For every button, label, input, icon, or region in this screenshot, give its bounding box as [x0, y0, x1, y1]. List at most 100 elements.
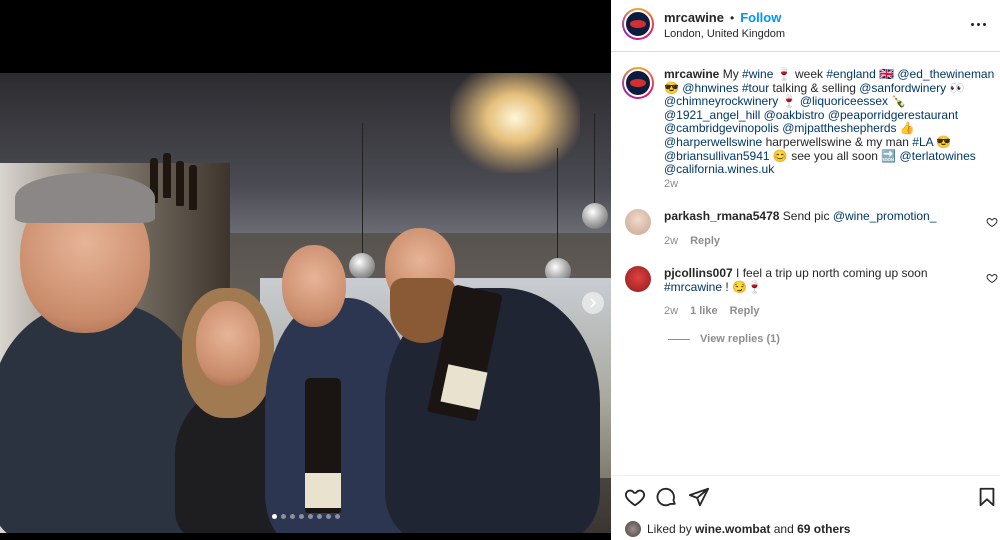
carousel-dot: [325, 514, 331, 519]
comment-avatar[interactable]: [625, 266, 651, 292]
photo-wine-bottle-label: [440, 364, 488, 410]
reply-button[interactable]: Reply: [690, 235, 720, 247]
photo-person-3-head: [282, 245, 346, 327]
post-photo[interactable]: [0, 73, 611, 533]
comment-timestamp[interactable]: 2w: [664, 305, 678, 317]
comment-like-heart-icon[interactable]: [986, 272, 998, 284]
follow-button[interactable]: Follow: [740, 10, 781, 25]
comment-mention-link[interactable]: @wine_promotion_: [833, 209, 937, 223]
comment-hashtag-link[interactable]: #mrcawine: [664, 280, 722, 294]
comment-username[interactable]: pjcollins007: [664, 266, 733, 280]
comment-avatar[interactable]: [625, 209, 651, 235]
view-replies-button[interactable]: View replies (1): [668, 333, 780, 345]
comment-item: pjcollins007 I feel a trip up north comi…: [664, 266, 964, 294]
comment-like-heart-icon[interactable]: [986, 216, 998, 228]
post-header: mrcawine • Follow London, United Kingdom: [611, 0, 1000, 52]
more-options-button[interactable]: [966, 14, 990, 34]
caption-mention-link[interactable]: @cambridgevinopolis: [664, 121, 779, 136]
caption-text-segment: talking & selling: [769, 80, 860, 95]
caption-mention-link[interactable]: @liquoriceessex: [800, 94, 888, 108]
caption-mention-link[interactable]: @chimneyrockwinery: [664, 94, 778, 108]
caption-text-segment: My: [722, 67, 743, 81]
comment-meta: 2w Reply: [664, 235, 720, 247]
caption-mention-link[interactable]: @california.wines.uk: [664, 162, 774, 176]
caption-text-segment: 🍷: [778, 94, 800, 109]
photo-chandelier: [450, 73, 580, 173]
caption-hashtag-link[interactable]: #wine: [742, 67, 773, 81]
likes-middle: and: [773, 522, 794, 536]
carousel-dots: [0, 514, 611, 519]
post-actions-bar: Liked by wine.wombat and 69 others: [611, 475, 1000, 540]
next-slide-button[interactable]: [582, 292, 604, 314]
more-options-icon: [970, 22, 986, 26]
caption-mention-link[interactable]: @hnwines: [682, 81, 738, 95]
caption-timestamp[interactable]: 2w: [664, 178, 678, 190]
caption-text-segment: 👀: [946, 80, 965, 95]
caption-text-segment: 😊 see you all soon 🔜: [769, 148, 900, 163]
caption-mention-link[interactable]: @briansullivan5941: [664, 149, 770, 163]
avatar-logo: [630, 79, 646, 87]
caption-text-segment: 😎: [664, 80, 683, 95]
caption-text-segment: 🍷 week: [773, 67, 827, 81]
comment-username[interactable]: parkash_rmana5478: [664, 209, 779, 223]
carousel-dot: [298, 514, 304, 519]
heart-icon[interactable]: [624, 486, 646, 508]
share-icon[interactable]: [688, 486, 710, 508]
next-slide-icon: [590, 298, 597, 308]
carousel-dot: [271, 514, 277, 519]
post-side-pane: mrcawine • Follow London, United Kingdom…: [611, 0, 1000, 540]
likes-others-link[interactable]: 69 others: [797, 522, 850, 536]
caption-hashtag-link[interactable]: #england: [826, 67, 875, 81]
post-location[interactable]: London, United Kingdom: [664, 28, 785, 40]
caption-text-segment: harperwellswine & my man: [762, 134, 913, 149]
carousel-dot: [289, 514, 295, 519]
caption-text: My #wine 🍷 week #england 🇬🇧 @ed_thewinem…: [664, 67, 994, 176]
caption-mention-link[interactable]: @ed_thewineman: [897, 67, 994, 81]
photo-person-2-head: [196, 301, 260, 386]
liker-username[interactable]: wine.wombat: [695, 522, 770, 536]
carousel-dot: [334, 514, 340, 519]
caption-mention-link[interactable]: @mjpattheshepherds: [782, 121, 896, 136]
carousel-dot: [316, 514, 322, 519]
avatar-logo: [630, 20, 646, 28]
photo-person-1-hair: [15, 173, 155, 223]
comment-likes-count[interactable]: 1 like: [690, 305, 718, 317]
post-media: [0, 0, 611, 540]
avatar[interactable]: [622, 8, 654, 40]
carousel-dot: [280, 514, 286, 519]
caption-mention-link[interactable]: @oakbistro: [764, 108, 825, 122]
photo-pendant-light: [349, 253, 375, 279]
likes-prefix: Liked by: [647, 522, 692, 536]
caption-mention-link[interactable]: @peaporridgerestaurant: [828, 108, 958, 122]
bookmark-icon[interactable]: [976, 486, 998, 508]
comment-text: I feel a trip up north coming up soon: [736, 266, 928, 280]
caption-hashtag-link[interactable]: #LA: [912, 135, 933, 149]
comment-timestamp[interactable]: 2w: [664, 235, 678, 247]
comment-item: parkash_rmana5478 Send pic @wine_promoti…: [664, 209, 964, 223]
replies-divider-line: [668, 338, 690, 340]
photo-shelf-bottle: [163, 153, 171, 198]
photo-pendant-wire: [594, 113, 595, 208]
comment-text-tail: ! 😏🍷: [722, 280, 762, 294]
comments-section: mrcawine My #wine 🍷 week #england 🇬🇧 @ed…: [611, 53, 1000, 475]
header-separator: •: [729, 10, 735, 25]
photo-pendant-wire: [362, 123, 363, 258]
liker-avatar[interactable]: [625, 521, 641, 537]
caption-username[interactable]: mrcawine: [664, 67, 719, 81]
caption-mention-link[interactable]: @terlatowines: [900, 149, 976, 163]
photo-shelf-bottle: [176, 161, 184, 206]
post-author-username[interactable]: mrcawine: [664, 10, 724, 25]
comment-icon[interactable]: [656, 486, 678, 508]
caption-mention-link[interactable]: @1921_angel_hill: [664, 108, 760, 122]
caption-mention-link[interactable]: @sanfordwinery: [859, 81, 946, 95]
photo-pendant-light: [582, 203, 608, 229]
likes-summary: Liked by wine.wombat and 69 others: [625, 521, 850, 537]
comment-text: Send pic: [782, 209, 833, 223]
caption-hashtag-link[interactable]: #tour: [742, 81, 769, 95]
carousel-dot: [307, 514, 313, 519]
caption-mention-link[interactable]: @harperwellswine: [664, 135, 762, 149]
caption-text-segment: 🍾: [888, 94, 907, 109]
caption-text-segment: 👍: [896, 121, 915, 136]
avatar[interactable]: [622, 67, 654, 99]
reply-button[interactable]: Reply: [730, 305, 760, 317]
